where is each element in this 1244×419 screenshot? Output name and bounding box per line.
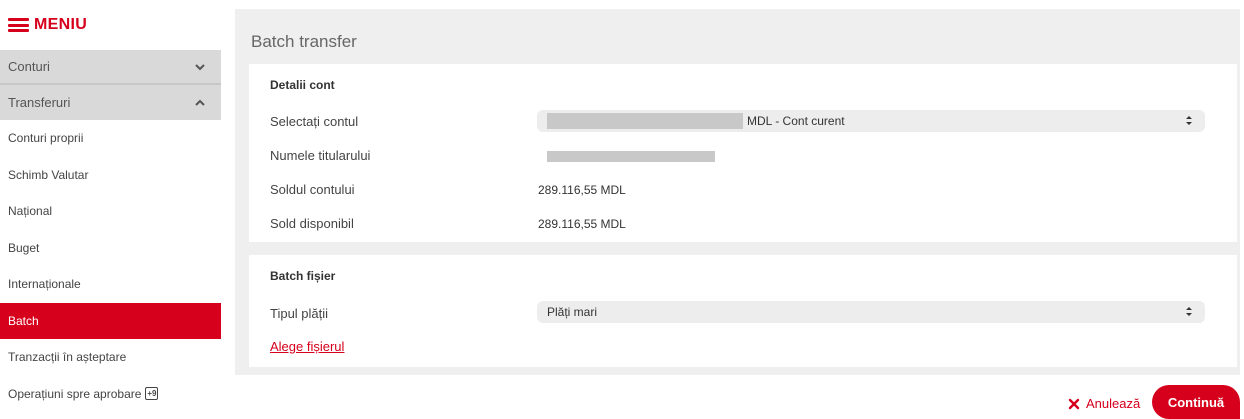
sidebar-group-conturi[interactable]: Conturi bbox=[0, 50, 221, 85]
pending-count-icon: +9 bbox=[145, 387, 159, 401]
redacted-account-number bbox=[547, 113, 743, 129]
sidebar-item-buget[interactable]: Buget bbox=[0, 229, 221, 266]
section-heading: Batch fișier bbox=[270, 269, 336, 283]
payment-type-select[interactable]: Plăți mari bbox=[537, 301, 1205, 323]
select-account-label: Selectați contul bbox=[270, 114, 359, 129]
cancel-label: Anulează bbox=[1086, 396, 1141, 411]
payment-type-value: Plăți mari bbox=[547, 305, 598, 319]
menu-toggle[interactable]: MENIU bbox=[0, 0, 221, 50]
sidebar-item-conturi-proprii[interactable]: Conturi proprii bbox=[0, 120, 221, 157]
sidebar-item-operatiuni-spre-aprobare[interactable]: Operațiuni spre aprobare +9 bbox=[0, 375, 221, 412]
payment-type-label: Tipul plății bbox=[270, 306, 329, 321]
continue-button[interactable]: Continuă bbox=[1152, 385, 1240, 419]
available-balance-label: Sold disponibil bbox=[270, 216, 354, 231]
batch-file-card: Batch fișier Tipul plății Plăți mari Ale… bbox=[249, 255, 1237, 367]
sidebar-item-label: Operațiuni spre aprobare bbox=[8, 386, 142, 401]
section-heading: Detalii cont bbox=[270, 78, 335, 92]
account-select-value: MDL - Cont curent bbox=[747, 114, 845, 128]
select-arrows-icon bbox=[1186, 116, 1192, 125]
account-details-card: Detalii cont Selectați contul MDL - Cont… bbox=[249, 64, 1237, 242]
close-icon bbox=[1068, 398, 1080, 409]
account-select[interactable]: MDL - Cont curent bbox=[537, 110, 1205, 132]
main-content: Batch transfer Detalii cont Selectați co… bbox=[221, 0, 1244, 419]
sidebar-item-internationale[interactable]: Internaționale bbox=[0, 266, 221, 303]
select-arrows-icon bbox=[1186, 307, 1192, 316]
cancel-button[interactable]: Anulează bbox=[1068, 396, 1140, 411]
sidebar: MENIU Conturi Transferuri Conturi propri… bbox=[0, 0, 221, 419]
available-balance-value: 289.116,55 MDL bbox=[538, 217, 626, 231]
page-title: Batch transfer bbox=[251, 32, 357, 51]
holder-name-label: Numele titularului bbox=[270, 148, 371, 163]
chevron-down-icon bbox=[193, 60, 207, 74]
sidebar-item-schimb-valutar[interactable]: Schimb Valutar bbox=[0, 156, 221, 193]
balance-value: 289.116,55 MDL bbox=[538, 183, 626, 197]
redacted-holder-name bbox=[547, 151, 715, 162]
sidebar-item-tranzactii-in-asteptare[interactable]: Tranzacții în așteptare bbox=[0, 339, 221, 376]
sidebar-group-label: Transferuri bbox=[8, 95, 71, 110]
sidebar-item-label: Internaționale bbox=[8, 277, 81, 292]
hamburger-icon bbox=[8, 18, 29, 32]
sidebar-item-label: Schimb Valutar bbox=[8, 167, 89, 182]
balance-label: Soldul contului bbox=[270, 182, 355, 197]
sidebar-group-transferuri[interactable]: Transferuri bbox=[0, 85, 221, 120]
choose-file-link[interactable]: Alege fișierul bbox=[270, 339, 344, 354]
chevron-up-icon bbox=[193, 96, 207, 110]
sidebar-item-national[interactable]: Național bbox=[0, 193, 221, 230]
sidebar-item-label: Batch bbox=[8, 313, 39, 328]
menu-title: MENIU bbox=[34, 16, 88, 33]
sidebar-group-label: Conturi bbox=[8, 59, 50, 74]
sidebar-item-label: Conturi proprii bbox=[8, 131, 84, 146]
sidebar-item-batch[interactable]: Batch bbox=[0, 302, 221, 339]
sidebar-item-label: Național bbox=[8, 204, 53, 219]
sidebar-item-label: Tranzacții în așteptare bbox=[8, 350, 127, 365]
sidebar-item-label: Buget bbox=[8, 240, 40, 255]
